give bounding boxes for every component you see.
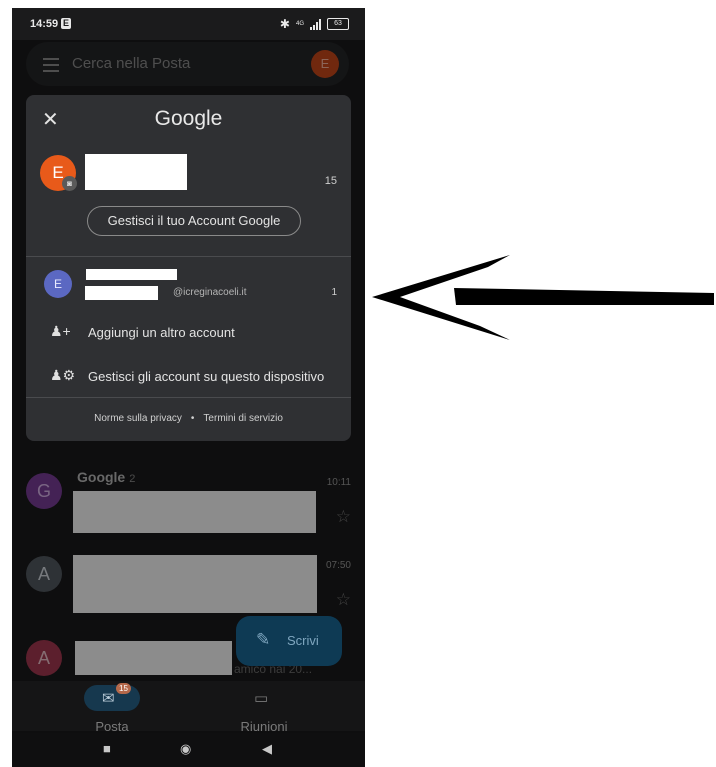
email-domain: @icreginacoeli.it [173, 287, 247, 298]
phone-screen: 14:59 E ✱ 4G 63 Cerca nella Posta E G Go… [12, 8, 365, 767]
secondary-unread-count: 1 [331, 287, 337, 298]
video-camera-icon: ▭ [254, 690, 269, 707]
meet-tab-pill: ▭ [236, 685, 292, 711]
status-bar: 14:59 E ✱ 4G 63 [12, 8, 365, 40]
separator: • [190, 413, 195, 424]
redacted-name [85, 154, 187, 190]
divider [26, 256, 351, 257]
tab-mail-label: Posta [95, 719, 129, 734]
mail-badge: 15 [116, 683, 131, 694]
manage-accounts-icon: ♟⚙ [50, 367, 76, 383]
mail-icon: ✉ [102, 690, 115, 707]
terms-link[interactable]: Termini di servizio [203, 413, 282, 424]
camera-icon[interactable]: ◙ [62, 176, 77, 191]
annotation-arrow-icon [372, 255, 714, 340]
network-label: 4G [295, 21, 304, 27]
compose-button[interactable]: ✎ Scrivi [236, 616, 342, 666]
manage-account-button[interactable]: Gestisci il tuo Account Google [87, 206, 301, 236]
home-button[interactable]: ◉ [180, 741, 191, 757]
notification-badge: E [61, 18, 71, 29]
account-switcher-panel: ✕ Google E ◙ 15 Gestisci il tuo Account … [26, 95, 351, 441]
pencil-icon: ✎ [256, 630, 271, 649]
google-logo: Google [154, 107, 223, 130]
tab-meet-label: Riunioni [240, 719, 288, 734]
add-account-button[interactable]: ♟+ Aggiungi un altro account [26, 317, 351, 347]
add-account-label: Aggiungi un altro account [88, 325, 235, 340]
manage-device-label: Gestisci gli account su questo dispositi… [88, 369, 325, 384]
back-button[interactable]: ◀ [262, 741, 272, 757]
primary-unread-count: 15 [324, 175, 337, 187]
secondary-account-avatar: E [44, 270, 72, 298]
footer-links: Norme sulla privacy • Termini di servizio [26, 413, 351, 424]
status-time: 14:59 [30, 18, 59, 30]
recents-button[interactable]: ■ [103, 741, 111, 756]
compose-label: Scrivi [287, 633, 319, 648]
tab-mail[interactable]: ✉ 15 Posta [52, 683, 172, 734]
bluetooth-icon: ✱ [279, 17, 290, 31]
signal-icon [310, 18, 321, 30]
tab-meet[interactable]: ▭ Riunioni [204, 685, 324, 734]
bottom-navigation: ✉ 15 Posta ▭ Riunioni [12, 681, 365, 734]
redacted-name [86, 269, 177, 280]
manage-device-accounts-button[interactable]: ♟⚙ Gestisci gli account su questo dispos… [26, 361, 351, 391]
mail-tab-pill: ✉ 15 [84, 683, 140, 711]
system-navigation-bar: ■ ◉ ◀ [12, 733, 365, 767]
add-person-icon: ♟+ [50, 323, 71, 339]
privacy-link[interactable]: Norme sulla privacy [94, 413, 182, 424]
divider [26, 397, 351, 398]
battery-icon: 63 [327, 18, 349, 30]
redacted-email [85, 286, 158, 300]
battery-level: 63 [334, 20, 342, 27]
